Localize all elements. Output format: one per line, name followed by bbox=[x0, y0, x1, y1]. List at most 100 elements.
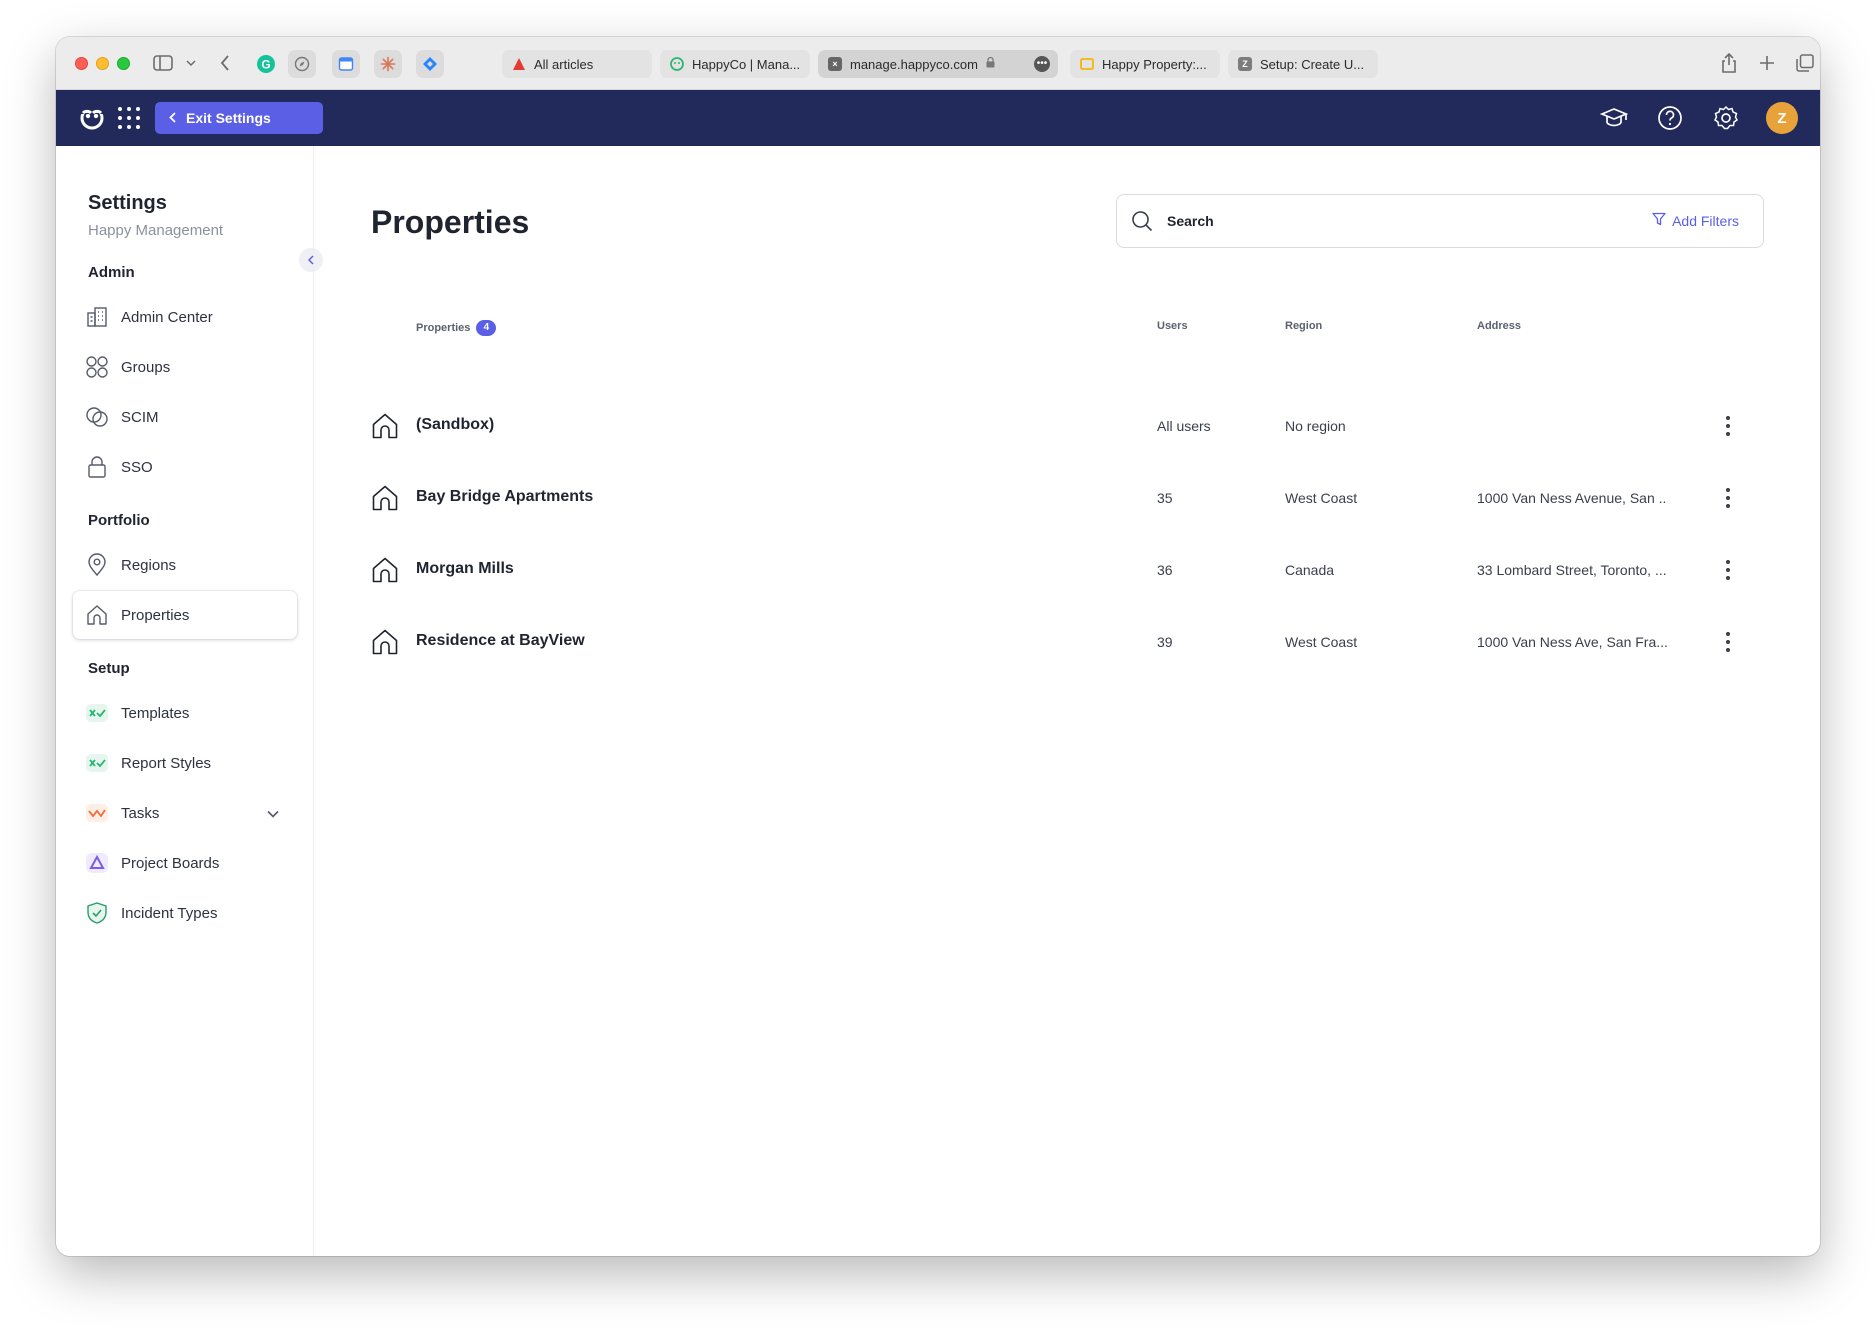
happyco-logo-icon[interactable] bbox=[78, 104, 106, 132]
property-region: West Coast bbox=[1285, 490, 1358, 506]
sidebar-item-label: SCIM bbox=[121, 408, 159, 426]
sidebar-item-templates[interactable]: Templates bbox=[73, 689, 297, 737]
property-name[interactable]: Morgan Mills bbox=[416, 560, 514, 578]
table-row[interactable]: Bay Bridge Apartments 35 West Coast 1000… bbox=[314, 462, 1820, 534]
new-tab-icon[interactable] bbox=[1754, 50, 1780, 76]
building-icon bbox=[85, 305, 109, 329]
sidebar-item-project-boards[interactable]: Project Boards bbox=[73, 839, 297, 887]
property-users: 39 bbox=[1157, 634, 1173, 650]
property-name[interactable]: (Sandbox) bbox=[416, 416, 494, 434]
sidebar-item-sso[interactable]: SSO bbox=[73, 443, 297, 491]
section-portfolio: Portfolio bbox=[88, 512, 150, 529]
sidebar-item-regions[interactable]: Regions bbox=[73, 541, 297, 589]
more-vertical-icon[interactable] bbox=[1720, 629, 1736, 655]
column-label: Properties bbox=[416, 321, 471, 334]
slides-favicon-icon bbox=[1080, 57, 1094, 71]
sidebar-item-label: Properties bbox=[121, 606, 190, 624]
sidebar-title: Settings bbox=[88, 192, 167, 214]
column-header-users[interactable]: Users bbox=[1157, 320, 1188, 332]
jira-extension-icon[interactable] bbox=[416, 50, 444, 78]
search-icon bbox=[1131, 210, 1153, 232]
svg-text:G: G bbox=[261, 58, 270, 72]
column-header-address[interactable]: Address bbox=[1477, 320, 1521, 332]
sidebar-toggle-icon[interactable] bbox=[150, 50, 176, 76]
sidebar-item-label: Report Styles bbox=[121, 754, 212, 772]
exit-settings-button[interactable]: Exit Settings bbox=[155, 102, 323, 134]
sidebar-item-incident-types[interactable]: Incident Types bbox=[73, 889, 297, 937]
tab-label: Setup: Create U... bbox=[1260, 56, 1365, 72]
property-address: 1000 Van Ness Ave, San Fra... bbox=[1477, 634, 1667, 650]
home-icon bbox=[371, 556, 399, 584]
table-row[interactable]: Residence at BayView 39 West Coast 1000 … bbox=[314, 606, 1820, 678]
sidebar-item-report-styles[interactable]: Report Styles bbox=[73, 739, 297, 787]
section-setup: Setup bbox=[88, 660, 130, 677]
back-icon[interactable] bbox=[212, 50, 238, 76]
browser-tab[interactable]: HappyCo | Mana... bbox=[660, 50, 810, 78]
more-vertical-icon[interactable] bbox=[1720, 485, 1736, 511]
more-vertical-icon[interactable] bbox=[1720, 413, 1736, 439]
table-row[interactable]: Morgan Mills 36 Canada 33 Lombard Street… bbox=[314, 534, 1820, 606]
property-region: No region bbox=[1285, 418, 1346, 434]
window-controls bbox=[75, 57, 130, 70]
zoom-window-button[interactable] bbox=[117, 57, 130, 70]
app-header: Exit Settings Z bbox=[56, 90, 1820, 146]
compass-extension-icon[interactable] bbox=[288, 50, 316, 78]
browser-tab-active[interactable]: × manage.happyco.com ••• bbox=[818, 50, 1058, 78]
tab-label: All articles bbox=[534, 56, 594, 72]
property-users: All users bbox=[1157, 418, 1211, 434]
grammarly-extension-icon[interactable]: G bbox=[252, 50, 280, 78]
page-title: Properties bbox=[371, 204, 530, 240]
browser-tab[interactable]: Happy Property:... bbox=[1070, 50, 1220, 78]
browser-tab[interactable]: All articles bbox=[502, 50, 652, 78]
sidebar-item-scim[interactable]: SCIM bbox=[73, 393, 297, 441]
gear-icon[interactable] bbox=[1710, 102, 1742, 134]
search-input[interactable]: Search bbox=[1167, 213, 1214, 229]
property-name[interactable]: Residence at BayView bbox=[416, 632, 585, 650]
main-content: Properties Search Add Filters Properties… bbox=[314, 146, 1820, 1256]
property-name[interactable]: Bay Bridge Apartments bbox=[416, 488, 593, 506]
section-admin: Admin bbox=[88, 264, 135, 281]
sidebar-item-tasks[interactable]: Tasks bbox=[73, 789, 297, 837]
home-icon bbox=[371, 484, 399, 512]
more-vertical-icon[interactable] bbox=[1720, 557, 1736, 583]
more-options-icon[interactable]: ••• bbox=[1034, 56, 1050, 72]
table-row[interactable]: (Sandbox) All users No region bbox=[314, 390, 1820, 462]
home-icon bbox=[371, 628, 399, 656]
calendar-extension-icon[interactable] bbox=[332, 50, 360, 78]
graduation-cap-icon[interactable] bbox=[1598, 102, 1630, 134]
user-avatar[interactable]: Z bbox=[1766, 102, 1798, 134]
property-address: 1000 Van Ness Avenue, San ... bbox=[1477, 490, 1667, 506]
chevron-down-icon[interactable] bbox=[178, 50, 204, 76]
tab-overview-icon[interactable] bbox=[1792, 50, 1818, 76]
property-address: 33 Lombard Street, Toronto, ... bbox=[1477, 562, 1667, 578]
app-launcher-icon[interactable] bbox=[118, 107, 140, 129]
column-header-properties[interactable]: Properties 4 bbox=[416, 320, 497, 336]
search-bar[interactable]: Search Add Filters bbox=[1116, 194, 1764, 248]
tab-label: manage.happyco.com bbox=[850, 56, 978, 72]
sidebar-item-admin-center[interactable]: Admin Center bbox=[73, 293, 297, 341]
chevron-down-icon[interactable] bbox=[267, 805, 279, 822]
help-icon[interactable] bbox=[1654, 102, 1686, 134]
close-window-button[interactable] bbox=[75, 57, 88, 70]
zapier-favicon-icon: Z bbox=[1238, 57, 1252, 71]
exit-settings-label: Exit Settings bbox=[186, 110, 271, 126]
property-region: Canada bbox=[1285, 562, 1335, 578]
sidebar-item-label: Tasks bbox=[121, 804, 160, 822]
share-icon[interactable] bbox=[1716, 50, 1742, 76]
sidebar-item-label: Regions bbox=[121, 556, 177, 574]
browser-tab[interactable]: Z Setup: Create U... bbox=[1228, 50, 1378, 78]
add-filters-button[interactable]: Add Filters bbox=[1652, 212, 1739, 229]
lock-icon bbox=[85, 455, 109, 479]
sidebar-item-label: Templates bbox=[121, 704, 190, 722]
claude-extension-icon[interactable] bbox=[374, 50, 402, 78]
sidebar-item-groups[interactable]: Groups bbox=[73, 343, 297, 391]
report-styles-icon bbox=[85, 751, 109, 775]
minimize-window-button[interactable] bbox=[96, 57, 109, 70]
sidebar-item-properties[interactable]: Properties bbox=[73, 591, 297, 639]
map-pin-icon bbox=[85, 553, 109, 577]
lock-icon bbox=[986, 56, 995, 71]
column-header-region[interactable]: Region bbox=[1285, 320, 1322, 332]
tab-label: Happy Property:... bbox=[1102, 56, 1207, 72]
home-icon bbox=[371, 412, 399, 440]
groups-icon bbox=[85, 355, 109, 379]
